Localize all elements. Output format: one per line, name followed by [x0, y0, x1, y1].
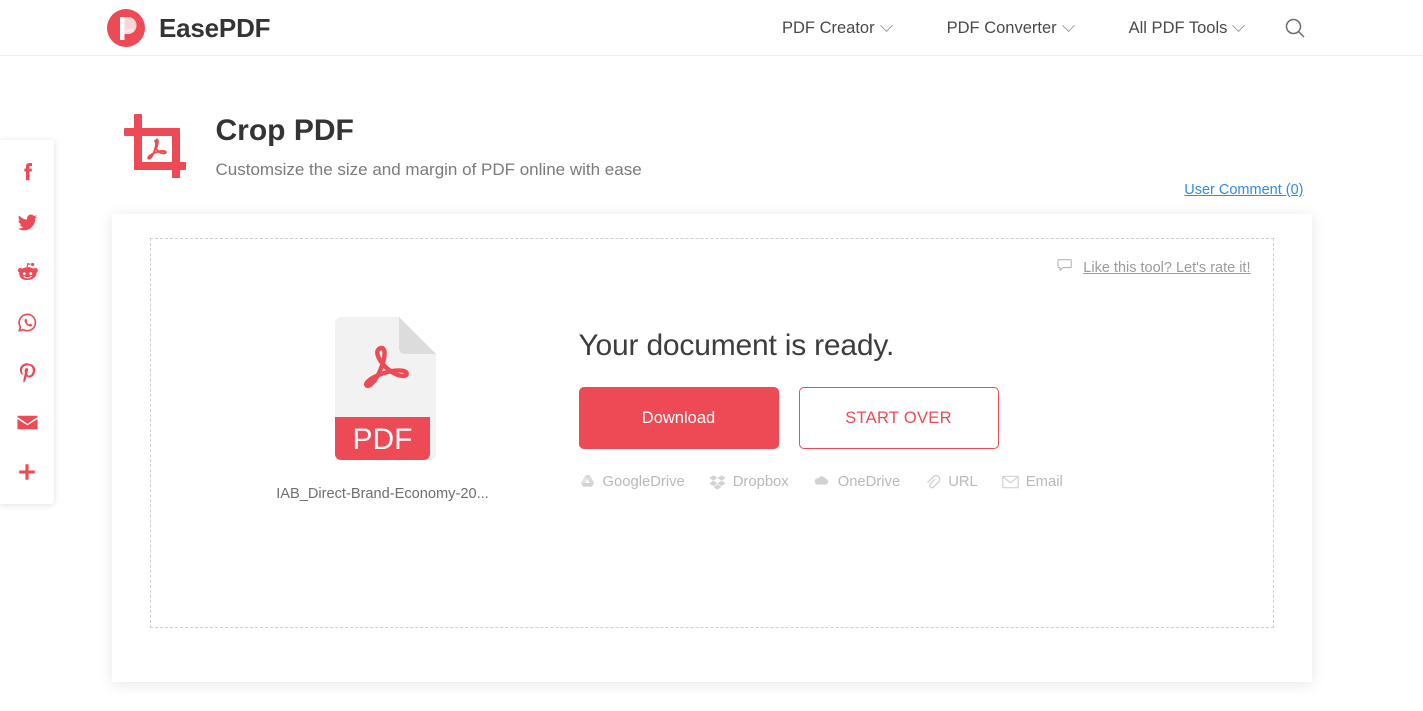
- comment-bubble-icon: [1057, 257, 1074, 279]
- facebook-icon: [16, 161, 38, 183]
- file-preview: PDF IAB_Direct-Brand-Economy-20...: [233, 317, 533, 502]
- share-email-button[interactable]: [13, 408, 41, 436]
- save-to-dropbox-button[interactable]: Dropbox: [709, 474, 789, 490]
- result-button-row: Download START OVER: [578, 387, 1063, 449]
- whatsapp-icon: [16, 311, 39, 334]
- save-destination-label: URL: [948, 473, 978, 490]
- nav-item-pdf-creator[interactable]: PDF Creator: [782, 18, 893, 38]
- onedrive-icon: [813, 475, 831, 489]
- nav-item-label: PDF Creator: [782, 18, 875, 37]
- plus-icon: [16, 461, 38, 483]
- email-icon: [16, 411, 39, 434]
- save-to-url-button[interactable]: URL: [924, 473, 978, 490]
- page-body: Crop PDF Customsize the size and margin …: [0, 56, 1423, 682]
- tool-header: Crop PDF Customsize the size and margin …: [112, 104, 1312, 198]
- page-subtitle: Customsize the size and margin of PDF on…: [215, 159, 642, 179]
- svg-text:.com: .com: [122, 28, 134, 34]
- search-icon[interactable]: [1283, 16, 1307, 40]
- download-button[interactable]: Download: [578, 387, 779, 449]
- tool-header-left: Crop PDF Customsize the size and margin …: [120, 104, 642, 184]
- pdf-file-icon: PDF: [329, 317, 436, 460]
- link-icon: [924, 473, 941, 490]
- pinterest-icon: [16, 361, 39, 384]
- reddit-icon: [16, 261, 39, 284]
- easepdf-logo-icon: .com: [106, 8, 146, 48]
- share-reddit-button[interactable]: [13, 258, 41, 286]
- chevron-down-icon: [1061, 18, 1075, 32]
- start-over-button[interactable]: START OVER: [798, 387, 999, 449]
- save-destination-label: Dropbox: [732, 473, 789, 490]
- google-drive-icon: [579, 474, 596, 490]
- user-comment-link[interactable]: User Comment (0): [1184, 182, 1303, 198]
- pdf-thumb-label: PDF: [353, 423, 413, 456]
- save-destination-label: GoogleDrive: [602, 473, 685, 490]
- result-dropzone: Like this tool? Let's rate it! PDF IAB_D…: [149, 238, 1274, 628]
- result-row: PDF IAB_Direct-Brand-Economy-20... Your …: [173, 317, 1251, 502]
- save-to-onedrive-button[interactable]: OneDrive: [813, 473, 901, 490]
- nav-item-label: PDF Converter: [946, 18, 1057, 37]
- page-title: Crop PDF: [215, 114, 354, 147]
- save-destinations: GoogleDrive Dropbox OneDrive URL Email: [579, 473, 1063, 490]
- result-title: Your document is ready.: [578, 329, 895, 362]
- chevron-down-icon: [1232, 18, 1246, 32]
- main-nav: PDF Creator PDF Converter All PDF Tools: [782, 0, 1246, 56]
- social-share-rail: [0, 140, 54, 504]
- result-actions: Your document is ready. Download START O…: [578, 317, 1063, 490]
- share-whatsapp-button[interactable]: [13, 308, 41, 336]
- chevron-down-icon: [879, 18, 893, 32]
- rate-tool-link[interactable]: Like this tool? Let's rate it!: [1083, 260, 1250, 276]
- tool-card: Like this tool? Let's rate it! PDF IAB_D…: [111, 214, 1312, 682]
- tool-header-text: Crop PDF Customsize the size and margin …: [216, 104, 642, 180]
- envelope-icon: [1001, 475, 1019, 489]
- nav-item-all-pdf-tools[interactable]: All PDF Tools: [1128, 18, 1246, 38]
- brand-name: EasePDF: [159, 12, 271, 43]
- share-more-button[interactable]: [13, 458, 41, 486]
- crop-pdf-icon: [120, 108, 196, 184]
- brand-logo-link[interactable]: .com EasePDF: [106, 8, 271, 48]
- save-to-googledrive-button[interactable]: GoogleDrive: [579, 474, 685, 490]
- file-name: IAB_Direct-Brand-Economy-20...: [276, 486, 489, 502]
- share-facebook-button[interactable]: [13, 158, 41, 186]
- save-destination-label: Email: [1025, 473, 1063, 490]
- nav-item-label: All PDF Tools: [1128, 18, 1228, 37]
- save-destination-label: OneDrive: [837, 473, 901, 490]
- nav-item-pdf-converter[interactable]: PDF Converter: [946, 18, 1075, 38]
- dropbox-icon: [709, 474, 726, 490]
- save-to-email-button[interactable]: Email: [1001, 473, 1063, 490]
- share-pinterest-button[interactable]: [13, 358, 41, 386]
- site-header: .com EasePDF PDF Creator PDF Converter A…: [0, 0, 1423, 56]
- twitter-icon: [16, 211, 39, 234]
- rate-row: Like this tool? Let's rate it!: [173, 257, 1251, 279]
- share-twitter-button[interactable]: [13, 208, 41, 236]
